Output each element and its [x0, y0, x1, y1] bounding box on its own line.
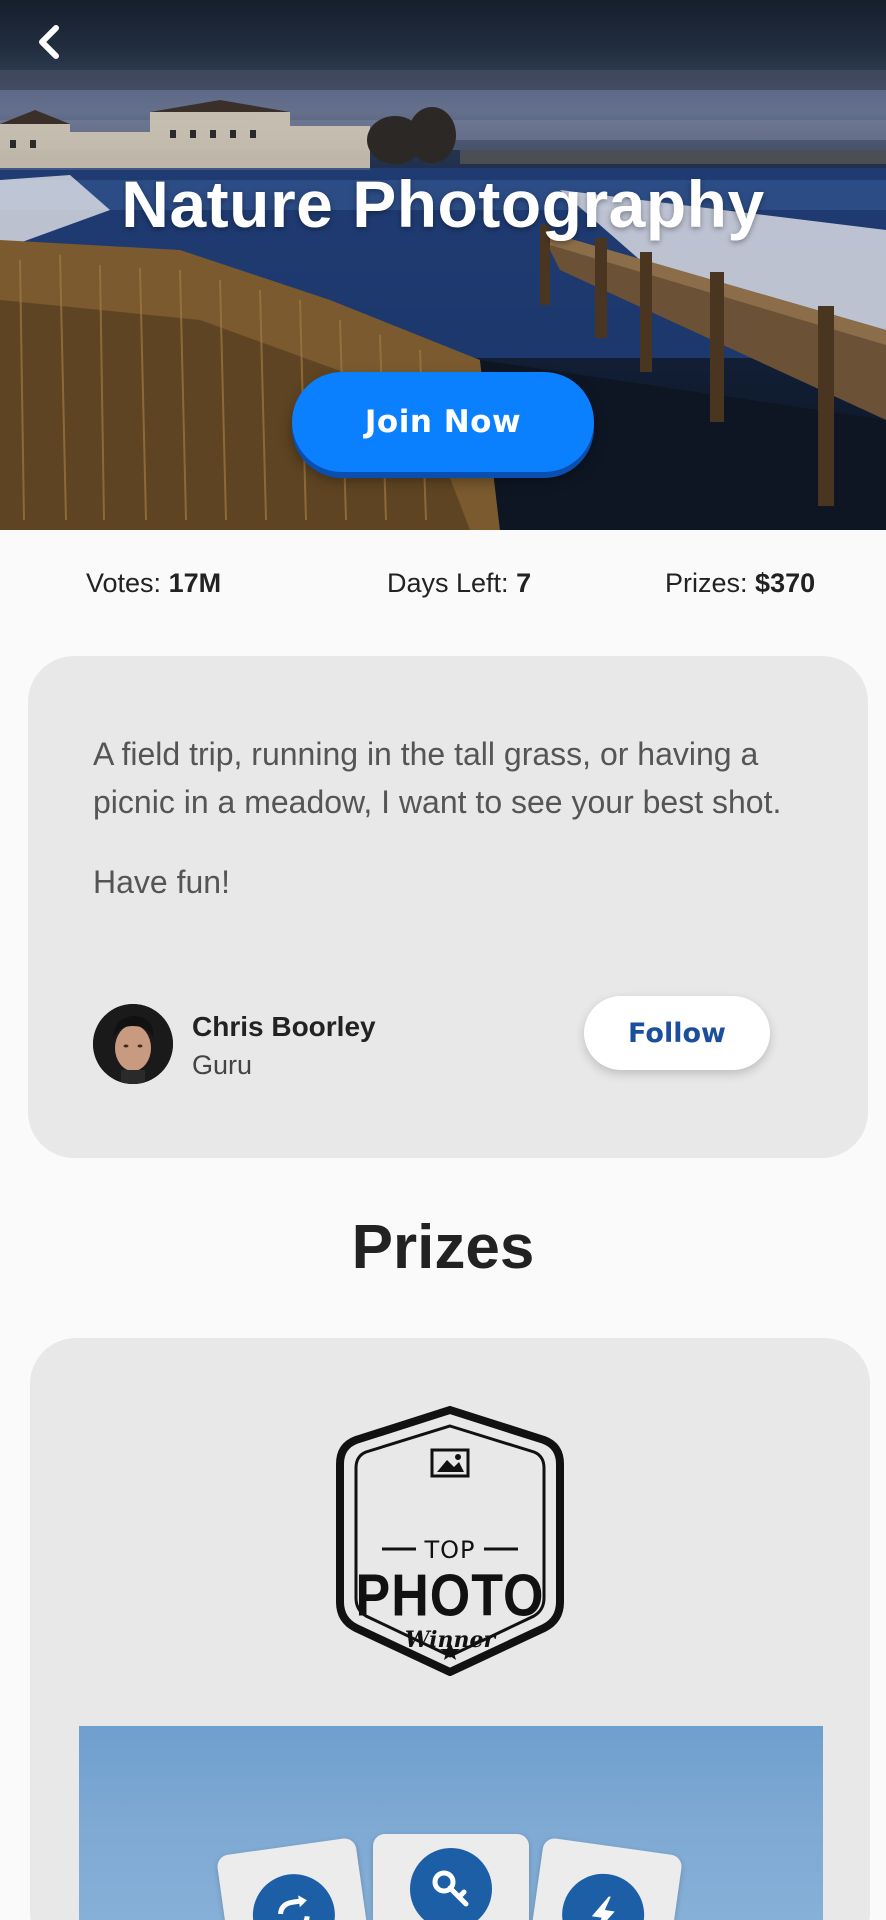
- votes-label: Votes:: [86, 568, 162, 598]
- top-photo-badge: TOP PHOTO Winner: [334, 1406, 566, 1676]
- back-button[interactable]: [34, 22, 84, 72]
- prizes-heading: Prizes: [351, 1213, 535, 1282]
- author-photo: [93, 1004, 173, 1084]
- key-icon: [410, 1848, 492, 1920]
- author-name[interactable]: Chris Boorley: [192, 1011, 376, 1043]
- prizes-label: Prizes:: [665, 568, 748, 598]
- avatar[interactable]: [93, 1004, 173, 1084]
- badge-photo-text: PHOTO: [355, 1562, 545, 1630]
- prizes-value: $370: [755, 568, 816, 598]
- badge-winner-text: Winner: [404, 1627, 496, 1653]
- reward-card-left: [215, 1836, 375, 1920]
- reward-card-middle: [373, 1834, 529, 1920]
- days-left-value: 7: [516, 568, 532, 598]
- votes-stat: Votes: 17M: [86, 568, 221, 599]
- hero-banner: Nature Photography Join Now: [0, 0, 886, 530]
- contest-description: A field trip, running in the tall grass,…: [93, 736, 782, 820]
- join-now-button[interactable]: Join Now: [292, 372, 594, 472]
- chevron-left-icon: [39, 25, 59, 59]
- description-closing: Have fun!: [93, 864, 230, 900]
- prize-reward-image: [79, 1726, 823, 1920]
- prizes-stat: Prizes: $370: [665, 568, 815, 599]
- votes-value: 17M: [168, 568, 222, 598]
- reward-card-right: [524, 1836, 684, 1920]
- page-title: Nature Photography: [121, 167, 765, 241]
- days-left-label: Days Left:: [387, 568, 509, 598]
- contest-stats: Votes: 17M Days Left: 7 Prizes: $370: [0, 560, 886, 610]
- description-card: A field trip, running in the tall grass,…: [28, 656, 868, 1158]
- badge-top-text: TOP: [424, 1536, 476, 1564]
- swap-icon: [247, 1868, 341, 1920]
- lightning-icon: [556, 1868, 650, 1920]
- prize-card: TOP PHOTO Winner: [30, 1338, 870, 1920]
- follow-button[interactable]: Follow: [584, 996, 770, 1070]
- days-left-stat: Days Left: 7: [387, 568, 531, 599]
- author-role: Guru: [192, 1050, 253, 1080]
